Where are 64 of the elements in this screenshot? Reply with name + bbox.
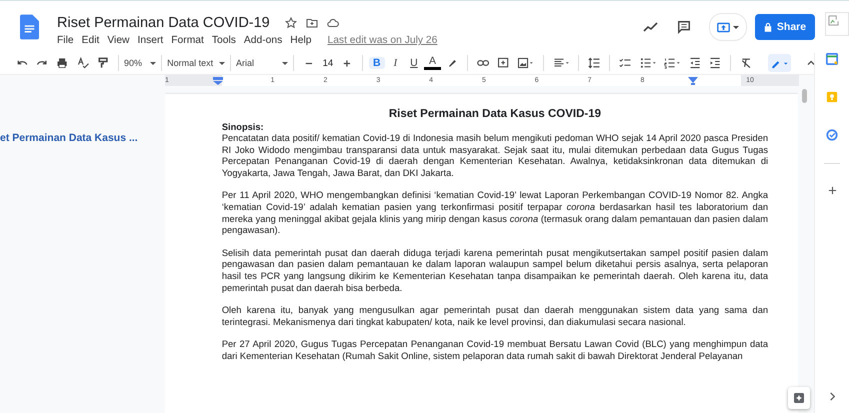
broken-image-icon[interactable] <box>825 12 849 36</box>
chevron-right-icon[interactable] <box>828 392 837 401</box>
explore-button[interactable] <box>788 387 810 409</box>
menu-item[interactable]: Help <box>290 35 312 46</box>
decrease-indent-icon[interactable] <box>688 56 701 70</box>
caret-icon <box>150 62 156 64</box>
plus-icon[interactable] <box>828 186 837 195</box>
scrollbar-thumb[interactable] <box>802 89 808 103</box>
document-title[interactable]: Riset Permainan Data COVID-19 <box>57 15 270 31</box>
cloud-icon[interactable] <box>326 17 339 29</box>
editing-mode-button[interactable] <box>768 54 791 72</box>
right-indent-marker-icon[interactable] <box>688 76 698 84</box>
bold-button[interactable]: B <box>368 57 386 69</box>
numbered-list-icon[interactable] <box>664 56 681 70</box>
print-icon[interactable] <box>56 56 69 70</box>
text-color-button[interactable]: A <box>424 56 441 70</box>
line-spacing-icon[interactable] <box>588 56 600 70</box>
lock-icon <box>764 22 772 32</box>
share-button[interactable]: Share <box>755 14 815 40</box>
sparkle-icon <box>793 392 805 404</box>
present-icon <box>717 22 730 32</box>
folder-icon[interactable] <box>306 17 318 29</box>
add-comment-icon[interactable] <box>497 56 510 70</box>
spellcheck-icon[interactable] <box>76 56 89 70</box>
menu-item[interactable]: Insert <box>137 35 164 46</box>
paragraph: Oleh karena itu, banyak yang mengusulkan agar pemerintah pusat dan daerah menggunakan sistem data yang sama dan terintegrasi. Mekanismenya dari tingkat kabupaten/ kota, naik ke level provinsi, dan diakumulasi secara nasional. <box>222 305 768 328</box>
comment-icon[interactable] <box>676 20 692 34</box>
document-heading: Riset Permainan Data Kasus COVID-19 <box>388 108 602 120</box>
style-dropdown[interactable]: Normal text <box>167 58 226 68</box>
font-dropdown[interactable]: Arial <box>236 58 288 68</box>
paint-format-icon[interactable] <box>96 56 110 70</box>
checklist-icon[interactable] <box>619 56 632 70</box>
menu-item[interactable]: View <box>107 35 130 46</box>
document-icon[interactable] <box>20 14 39 40</box>
menu-item[interactable]: Add-ons <box>244 35 282 46</box>
paragraph: Selisih data pemerintah pusat dan daerah diduga terjadi karena pemerintah pusat mengikutsertakan sampel positif pasien dalam pengawasan dan pasien dalam pemantauan ke dalam laporan walaupun sampel belum diketahui persis asalnya, serta pelaporan hasil tes PCR yang langsung dikirim ke Kementerian Kesehatan tanpa disampaikan ke pemerintah daerah. Oleh karena itu, data pemerintah pusat dan daerah bisa berbeda. <box>222 248 768 294</box>
image-icon[interactable] <box>517 56 534 70</box>
calendar-icon[interactable] <box>826 53 838 65</box>
indent-marker-icon[interactable] <box>212 76 223 84</box>
menu-item[interactable]: File <box>57 35 74 46</box>
menu-item[interactable]: Format <box>171 35 204 46</box>
caret-icon <box>282 62 288 64</box>
zoom-dropdown[interactable]: 90% <box>124 58 156 68</box>
menu-item[interactable]: Tools <box>212 35 236 46</box>
plus-icon[interactable] <box>342 58 351 68</box>
increase-indent-icon[interactable] <box>708 56 722 70</box>
italic-button[interactable]: I <box>387 58 404 68</box>
caret-icon <box>219 62 226 64</box>
last-edit-link[interactable]: Last edit was on July 26 <box>327 35 438 46</box>
star-icon[interactable] <box>284 17 297 29</box>
section-heading: Sinopsis: <box>222 122 265 133</box>
paragraph: Per 27 April 2020, Gugus Tugas Percepatan Penanganan Covid-19 membuat Bersatu Lawan Covid (BLC) yang menghimpun data dari Kementerian Kesehatan (Rumah Sakit Online, sistem pelaporan data rumah sakit di bawah Direktorat Jenderal Pelayanan <box>222 339 768 362</box>
underline-button[interactable]: U <box>406 57 422 69</box>
clear-formatting-icon[interactable] <box>740 56 752 70</box>
bulleted-list-icon[interactable] <box>640 56 656 70</box>
trend-icon[interactable] <box>643 20 659 34</box>
caret-icon <box>733 26 739 28</box>
font-size-field[interactable]: 14 <box>319 56 337 70</box>
menu-item[interactable]: Edit <box>82 35 100 46</box>
paragraph: Per 11 April 2020, WHO mengembangkan definisi ‘kematian Covid-19’ lewat Laporan Perkembangan COVID-19 Nomor 82. Angka ‘kematian Covid-19’ adalah kematian pasien yang terkonfirmasi positif terpapar corona berdasarkan hasil tes laboratorium dan mereka yang meninggal akibat gejala klinis yang mirip dengan kasus corona (termasuk orang dalam pemantauan dan pasien dalam pengawasan). <box>222 190 768 237</box>
present-button[interactable] <box>709 13 747 41</box>
outline-heading[interactable]: et Permainan Data Kasus ... <box>0 132 138 144</box>
paragraph: Pencatatan data positif/ kematian Covid-19 di Indonesia masih belum mengikuti pedoman WHO sejak 14 April 2020 pasca Presiden RI Joko Widodo mengimbau transparansi data untuk masyarakat. Sejak saat itu, mulai ditemukan perbedaan data Gugus Tugas Percepatan Penanganan Covid-19 di daerah dengan Kementerian Kesehatan. Awalnya, ketidaksinkronan data ditemukan di Yogyakarta, Jawa Tengah, Jawa Barat, dan DKI Jakarta. <box>222 133 768 180</box>
tasks-icon[interactable] <box>826 129 838 141</box>
